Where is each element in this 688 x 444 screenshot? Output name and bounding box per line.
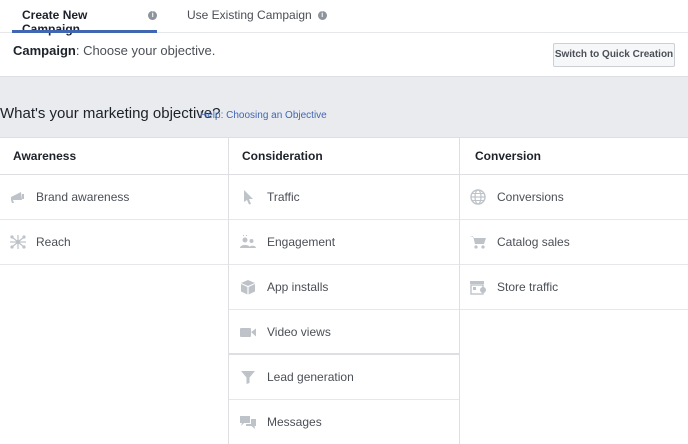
objective-label: Store traffic bbox=[497, 280, 559, 294]
consideration-column: Consideration Traffic Engagement App ins… bbox=[229, 138, 460, 444]
consideration-heading: Consideration bbox=[229, 138, 459, 175]
objective-label: Brand awareness bbox=[36, 190, 130, 204]
campaign-subtitle: : Choose your objective. bbox=[75, 43, 216, 58]
objective-label: Lead generation bbox=[267, 370, 354, 384]
objective-label: Video views bbox=[267, 324, 331, 339]
objective-conversions[interactable]: Conversions bbox=[460, 175, 688, 220]
info-icon[interactable]: i bbox=[317, 11, 327, 20]
cursor-icon bbox=[238, 189, 258, 205]
objective-label: App installs bbox=[267, 280, 329, 294]
chat-bubbles-icon bbox=[238, 414, 258, 430]
switch-quick-creation-button[interactable]: Switch to Quick Creation bbox=[553, 43, 675, 67]
help-choosing-objective-link[interactable]: Help: Choosing an Objective bbox=[200, 110, 327, 121]
megaphone-icon bbox=[8, 189, 28, 205]
globe-icon bbox=[468, 189, 488, 205]
campaign-tabs: Create New Campaign i Use Existing Campa… bbox=[0, 0, 688, 36]
info-icon[interactable]: i bbox=[148, 11, 157, 20]
objective-label: Traffic bbox=[267, 190, 300, 204]
objective-label: Engagement bbox=[267, 235, 336, 249]
campaign-label: Campaign bbox=[13, 43, 76, 58]
store-icon bbox=[468, 279, 488, 295]
tab-use-existing-campaign[interactable]: Use Existing Campaign i bbox=[187, 0, 327, 33]
tab-create-new-campaign[interactable]: Create New Campaign i bbox=[12, 0, 157, 36]
objective-label: Reach bbox=[36, 235, 71, 249]
box-icon bbox=[238, 279, 258, 295]
objective-question: What's your marketing objective? bbox=[0, 105, 221, 122]
objective-store-traffic[interactable]: Store traffic bbox=[460, 265, 688, 310]
objective-label: Conversions bbox=[497, 190, 564, 204]
conversion-column: Conversion Conversions Catalog sales Sto… bbox=[460, 138, 688, 444]
objective-label: Catalog sales bbox=[497, 235, 570, 249]
people-icon bbox=[238, 234, 258, 250]
campaign-header: Campaign: Choose your objective. Switch … bbox=[0, 33, 688, 77]
awareness-heading: Awareness bbox=[0, 138, 228, 175]
objective-video-views[interactable]: Video views bbox=[229, 310, 459, 355]
objective-catalog-sales[interactable]: Catalog sales bbox=[460, 220, 688, 265]
objective-reach[interactable]: Reach bbox=[0, 220, 228, 265]
reach-icon bbox=[8, 234, 28, 250]
conversion-heading: Conversion bbox=[460, 138, 688, 175]
objective-label: Messages bbox=[267, 415, 322, 429]
awareness-column: Awareness Brand awareness Reach bbox=[0, 138, 229, 444]
objective-header: What's your marketing objective? Help: C… bbox=[0, 77, 688, 138]
video-camera-icon bbox=[238, 324, 258, 340]
campaign-title: Campaign: Choose your objective. bbox=[13, 43, 215, 58]
cart-icon bbox=[468, 234, 488, 250]
objective-traffic[interactable]: Traffic bbox=[229, 175, 459, 220]
tab-existing-label: Use Existing Campaign bbox=[187, 8, 312, 22]
objective-engagement[interactable]: Engagement bbox=[229, 220, 459, 265]
objective-messages[interactable]: Messages bbox=[229, 400, 459, 444]
funnel-icon bbox=[238, 369, 258, 385]
objective-lead-generation[interactable]: Lead generation bbox=[229, 355, 459, 400]
objective-brand-awareness[interactable]: Brand awareness bbox=[0, 175, 228, 220]
objective-app-installs[interactable]: App installs bbox=[229, 265, 459, 310]
